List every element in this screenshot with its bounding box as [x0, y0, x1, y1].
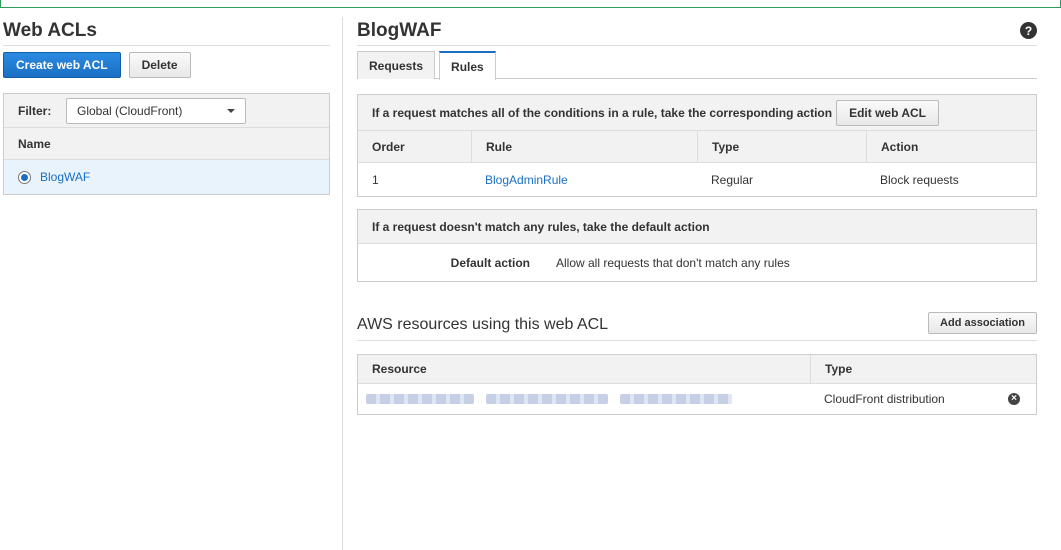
- rule-order: 1: [372, 172, 379, 187]
- detail-tabs: Requests Rules: [357, 51, 1037, 80]
- edit-web-acl-button[interactable]: Edit web ACL: [836, 99, 939, 126]
- page-title: Web ACLs: [3, 18, 330, 46]
- resources-table: Resource Type CloudFront distribution ×: [357, 354, 1037, 415]
- rule-type: Regular: [711, 172, 754, 187]
- tab-rules[interactable]: Rules: [439, 51, 496, 80]
- resource-redacted: [358, 384, 810, 414]
- tab-requests[interactable]: Requests: [357, 51, 436, 79]
- table-row: CloudFront distribution ×: [358, 384, 1036, 414]
- filter-label: Filter:: [18, 103, 52, 118]
- remove-circle-icon[interactable]: ×: [1008, 393, 1020, 405]
- column-header-resource[interactable]: Resource: [358, 355, 810, 383]
- delete-button[interactable]: Delete: [128, 52, 191, 78]
- web-acl-detail-pane: BlogWAF ? Requests Rules If a request ma…: [357, 18, 1037, 415]
- redacted-text: [486, 394, 608, 404]
- column-header-action[interactable]: Action: [866, 131, 1036, 162]
- resources-section-header: AWS resources using this web ACL Add ass…: [357, 312, 1037, 341]
- resources-table-header: Resource Type: [358, 355, 1036, 384]
- acl-radio-button[interactable]: [18, 170, 31, 184]
- acl-list-item[interactable]: BlogWAF: [4, 160, 329, 194]
- resource-type-cell: CloudFront distribution ×: [810, 384, 1036, 414]
- resources-title: AWS resources using this web ACL: [357, 316, 609, 333]
- chevron-down-icon: [227, 108, 235, 113]
- acl-name-link[interactable]: BlogWAF: [40, 170, 90, 184]
- add-association-button[interactable]: Add association: [928, 312, 1037, 334]
- default-action-row: Default action Allow all requests that d…: [358, 244, 1036, 281]
- rule-action: Block requests: [880, 172, 959, 187]
- filter-row: Filter: Global (CloudFront): [4, 94, 329, 128]
- name-column-header: Name: [4, 128, 329, 160]
- table-row: 1 BlogAdminRule Regular Block requests: [358, 163, 1036, 196]
- default-action-value: Allow all requests that don't match any …: [556, 255, 790, 270]
- column-header-resource-type[interactable]: Type: [810, 355, 1036, 383]
- create-web-acl-button[interactable]: Create web ACL: [3, 52, 121, 78]
- rules-panel-header: If a request matches all of the conditio…: [358, 95, 1036, 131]
- redacted-text: [620, 394, 732, 404]
- rules-table-header: Order Rule Type Action: [358, 131, 1036, 163]
- column-header-rule[interactable]: Rule: [471, 131, 697, 162]
- resource-type: CloudFront distribution: [824, 392, 945, 406]
- rules-panel-title: If a request matches all of the conditio…: [372, 105, 833, 120]
- default-action-label: Default action: [450, 255, 530, 270]
- top-border: [0, 0, 1061, 8]
- column-header-order[interactable]: Order: [358, 131, 471, 162]
- rules-panel: If a request matches all of the conditio…: [357, 94, 1037, 197]
- acl-table: Filter: Global (CloudFront) Name BlogWAF: [3, 93, 330, 195]
- detail-title: BlogWAF: [357, 18, 1037, 46]
- column-header-type[interactable]: Type: [697, 131, 866, 162]
- radio-selected-dot: [21, 173, 28, 181]
- acl-actions: Create web ACL Delete: [3, 52, 330, 78]
- redacted-text: [366, 394, 474, 404]
- rule-name-cell: BlogAdminRule: [471, 163, 697, 196]
- filter-select[interactable]: Global (CloudFront): [66, 97, 246, 124]
- default-action-header: If a request doesn't match any rules, ta…: [358, 210, 1036, 244]
- web-acl-list-pane: Web ACLs Create web ACL Delete Filter: G…: [3, 18, 330, 195]
- question-circle-icon[interactable]: ?: [1020, 22, 1037, 39]
- filter-select-value: Global (CloudFront): [77, 103, 183, 118]
- pane-divider: [342, 17, 343, 550]
- default-action-panel: If a request doesn't match any rules, ta…: [357, 209, 1037, 282]
- rule-name-link[interactable]: BlogAdminRule: [485, 173, 568, 187]
